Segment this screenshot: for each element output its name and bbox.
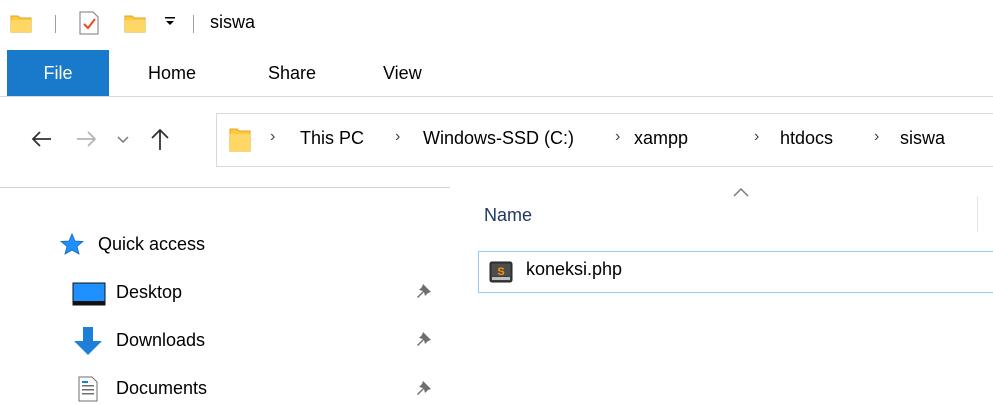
up-button[interactable] [150, 127, 170, 151]
new-folder-icon[interactable] [124, 12, 146, 34]
tab-view[interactable]: View [383, 50, 422, 96]
toolbar-separator [193, 15, 194, 33]
folder-icon[interactable] [10, 12, 32, 34]
chevron-right-icon[interactable]: › [874, 128, 879, 146]
column-header-name[interactable]: Name [484, 205, 532, 226]
column-divider[interactable] [977, 196, 978, 232]
nav-quick-access[interactable]: Quick access [98, 234, 205, 255]
file-name[interactable]: koneksi.php [526, 259, 622, 280]
nav-documents[interactable]: Documents [116, 378, 207, 399]
sublime-text-file-icon: S [489, 261, 513, 283]
breadcrumb-drive[interactable]: Windows-SSD (C:) [423, 128, 574, 149]
pin-icon[interactable] [416, 283, 432, 301]
chevron-down-icon [165, 17, 175, 25]
back-button[interactable] [30, 130, 52, 148]
window-title: siswa [210, 12, 256, 32]
sort-ascending-icon [733, 187, 749, 197]
pin-icon[interactable] [416, 331, 432, 349]
breadcrumb-this-pc[interactable]: This PC [300, 128, 364, 149]
folder-icon [229, 128, 251, 152]
nav-downloads[interactable]: Downloads [116, 330, 205, 351]
download-arrow-icon [74, 327, 102, 355]
breadcrumb-siswa[interactable]: siswa [900, 128, 945, 149]
breadcrumb-htdocs[interactable]: htdocs [780, 128, 833, 149]
quick-access-star-icon [60, 233, 84, 255]
nav-pane-top-border [0, 187, 450, 188]
chevron-right-icon[interactable]: › [395, 128, 400, 146]
chevron-right-icon[interactable]: › [270, 128, 275, 146]
tab-share[interactable]: Share [268, 50, 316, 96]
tab-home[interactable]: Home [148, 50, 196, 96]
ribbon-divider [0, 96, 993, 97]
chevron-right-icon[interactable]: › [754, 128, 759, 146]
toolbar-separator [55, 15, 56, 33]
documents-icon [78, 376, 98, 402]
chevron-right-icon[interactable]: › [615, 128, 620, 146]
recent-locations-chevron-icon[interactable] [117, 136, 129, 144]
breadcrumb-xampp[interactable]: xampp [634, 128, 688, 149]
tab-file[interactable]: File [7, 50, 109, 96]
desktop-icon [72, 282, 106, 306]
nav-desktop[interactable]: Desktop [116, 282, 182, 303]
forward-button[interactable] [76, 130, 98, 148]
properties-icon[interactable] [78, 11, 100, 35]
svg-text:S: S [497, 266, 504, 278]
pin-icon[interactable] [416, 380, 432, 398]
title-bar: siswa [0, 0, 993, 44]
customize-toolbar-dropdown[interactable] [164, 14, 176, 31]
